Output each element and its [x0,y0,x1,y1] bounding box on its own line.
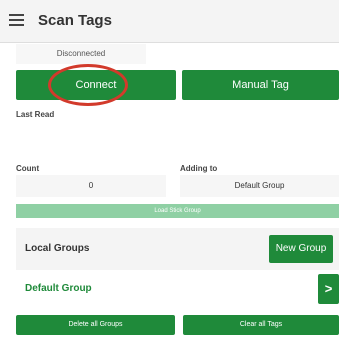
page-title: Scan Tags [38,12,112,29]
count-label: Count [16,164,40,173]
chevron-right-icon[interactable]: > [318,274,339,304]
last-read-label: Last Read [16,110,55,119]
group-name[interactable]: Default Group [25,283,92,294]
clear-all-tags-button[interactable]: Clear all Tags [183,315,339,335]
adding-to-value: Default Group [180,175,339,197]
last-read-value [16,124,339,148]
manual-tag-button[interactable]: Manual Tag [182,70,339,100]
list-item[interactable]: Default Group > [16,273,339,305]
count-value: 0 [16,175,166,197]
new-group-button[interactable]: New Group [269,235,333,263]
app-bar: Scan Tags [0,0,339,43]
local-groups-title: Local Groups [25,243,90,254]
hamburger-menu-icon[interactable] [9,14,24,27]
adding-to-label: Adding to [180,164,218,173]
load-stick-group-button[interactable]: Load Stick Group [16,204,339,218]
local-groups-header: Local Groups New Group [16,228,339,270]
delete-all-groups-button[interactable]: Delete all Groups [16,315,175,335]
connect-button[interactable]: Connect [16,70,176,100]
connection-status: Disconnected [16,44,146,64]
